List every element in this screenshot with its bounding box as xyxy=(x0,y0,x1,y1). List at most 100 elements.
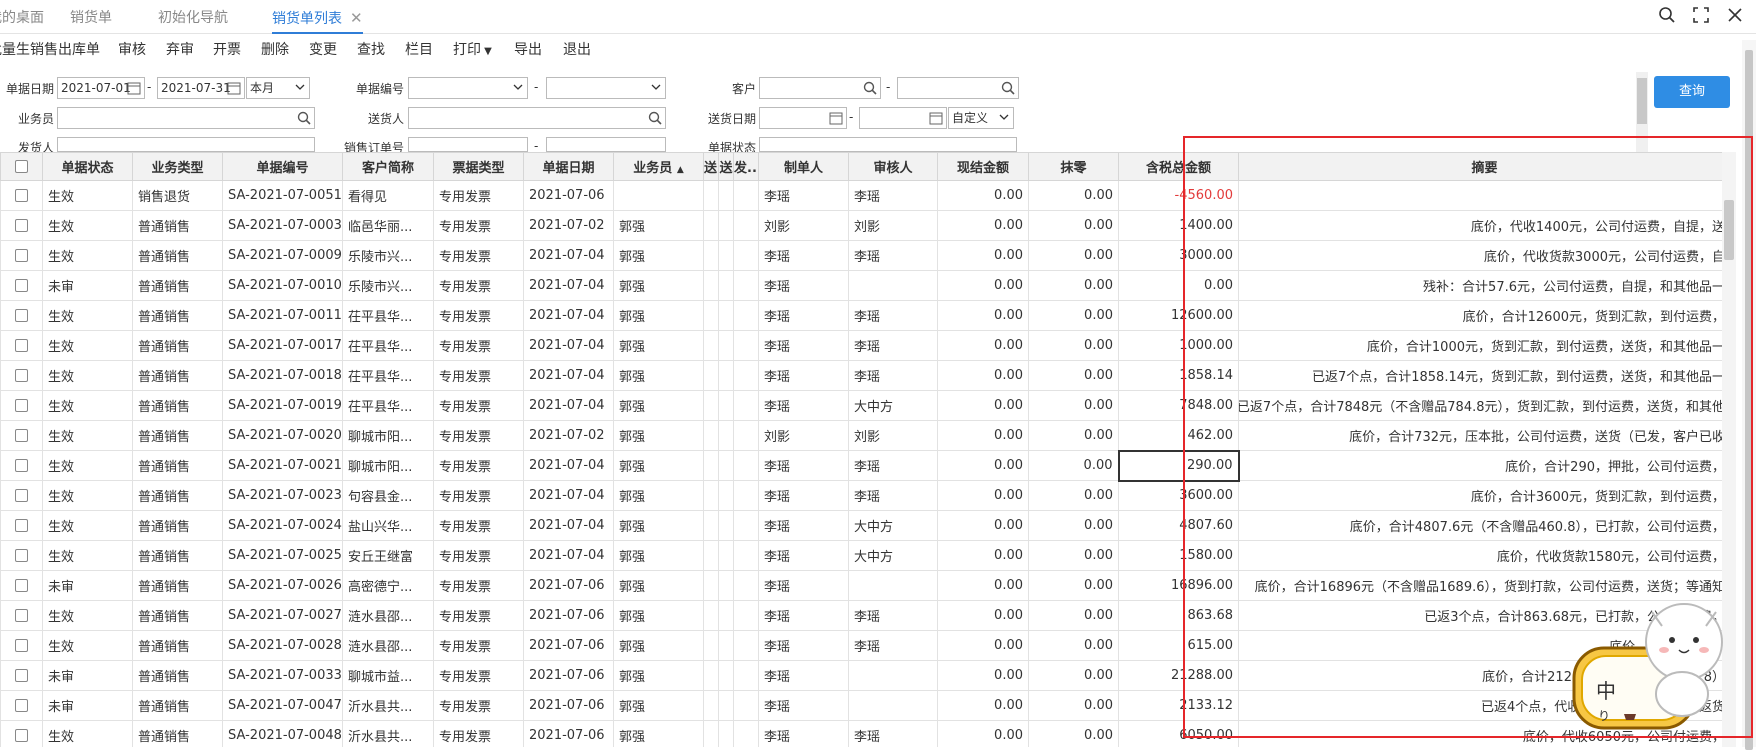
tab-sales-invoice-list[interactable]: 销货单列表 ✕ xyxy=(272,0,363,34)
table-row[interactable]: 生效 普通销售 SA-2021-07-0024 盐山兴华... 专用发票 2021-07-… xyxy=(0,510,1731,541)
select-all-checkbox[interactable] xyxy=(0,152,43,181)
row-checkbox[interactable] xyxy=(0,540,43,571)
row-checkbox[interactable] xyxy=(0,660,43,691)
table-row[interactable]: 生效 普通销售 SA-2021-07-0021 聊城市阳... 专用发票 2021-07-… xyxy=(0,449,1731,482)
delivery-date-to-input[interactable] xyxy=(859,107,947,129)
row-checkbox[interactable] xyxy=(0,390,43,421)
table-row[interactable]: 生效 普通销售 SA-2021-07-0009 乐陵市兴... 专用发票 2021-07-… xyxy=(0,240,1731,271)
find-button[interactable]: 查找 xyxy=(357,39,385,59)
row-checkbox[interactable] xyxy=(0,210,43,241)
col-maker[interactable]: 制单人 xyxy=(758,152,849,181)
search-icon[interactable] xyxy=(296,110,312,126)
col-deliver-a[interactable]: 送... xyxy=(703,152,719,181)
col-salesman[interactable]: 业务员 ▲ xyxy=(613,152,704,181)
row-checkbox[interactable] xyxy=(0,360,43,391)
scroll-thumb[interactable] xyxy=(1637,78,1647,124)
salesman-input[interactable] xyxy=(57,107,315,129)
table-row[interactable]: 生效 普通销售 SA-2021-07-0018 茌平县华... 专用发票 2021-07-… xyxy=(0,360,1731,391)
table-row[interactable]: 生效 普通销售 SA-2021-07-0028 涟水县邵... 专用发票 2021-07-… xyxy=(0,630,1731,661)
tab-my-desktop[interactable]: 我的桌面 xyxy=(0,0,44,34)
delivery-period-select[interactable]: 自定义 xyxy=(948,107,1014,129)
table-row[interactable]: 生效 普通销售 SA-2021-07-0027 涟水县邵... 专用发票 2021-07-… xyxy=(0,600,1731,631)
docno-from-input[interactable] xyxy=(408,77,528,99)
table-row[interactable]: 生效 普通销售 SA-2021-07-0025 安丘王继富 专用发票 2021-07-04… xyxy=(0,540,1731,571)
mascot-icon[interactable]: 中 り xyxy=(1566,596,1732,736)
table-row[interactable]: 生效 普通销售 SA-2021-07-0019 茌平县华... 专用发票 2021-07-… xyxy=(0,390,1731,421)
close-icon[interactable]: ✕ xyxy=(350,9,363,27)
table-row[interactable]: 生效 普通销售 SA-2021-07-0023 句容县金... 专用发票 2021-07-… xyxy=(0,480,1731,511)
print-button[interactable]: 打印 ▼ xyxy=(453,39,492,59)
calendar-icon[interactable] xyxy=(226,80,242,96)
table-row[interactable]: 生效 普通销售 SA-2021-07-0003 临邑华丽... 专用发票 2021-07-… xyxy=(0,210,1731,241)
customer-to-input[interactable] xyxy=(897,77,1019,99)
columns-button[interactable]: 栏目 xyxy=(405,39,433,59)
exit-button[interactable]: 退出 xyxy=(563,39,591,59)
search-icon[interactable] xyxy=(1000,80,1016,96)
table-row[interactable]: 未审 普通销售 SA-2021-07-0047 沂水县共... 专用发票 2021-07-… xyxy=(0,690,1731,721)
fullscreen-icon[interactable] xyxy=(1692,6,1710,24)
invoice-button[interactable]: 开票 xyxy=(213,39,241,59)
query-button[interactable]: 查询 xyxy=(1654,76,1730,108)
row-checkbox[interactable] xyxy=(0,570,43,601)
calendar-icon[interactable] xyxy=(126,80,142,96)
col-ship[interactable]: 发... xyxy=(733,152,759,181)
export-button[interactable]: 导出 xyxy=(514,39,542,59)
row-checkbox[interactable] xyxy=(0,180,43,211)
row-checkbox[interactable] xyxy=(0,510,43,541)
col-doc-date[interactable]: 单据日期 xyxy=(523,152,614,181)
filter-scrollbar[interactable] xyxy=(1636,72,1648,152)
table-row[interactable]: 生效 销售退货 SA-2021-07-0051 看得见 专用发票 2021-07-06 李瑶… xyxy=(0,180,1731,211)
delete-button[interactable]: 删除 xyxy=(261,39,289,59)
order-to-input[interactable] xyxy=(546,137,666,152)
row-checkbox[interactable] xyxy=(0,690,43,721)
shipper-input[interactable] xyxy=(57,137,315,152)
tab-init-navigation[interactable]: 初始化导航 xyxy=(158,0,228,34)
page-scrollbar[interactable] xyxy=(1742,40,1756,750)
order-from-input[interactable] xyxy=(408,137,528,152)
col-deliver-b[interactable]: 送 xyxy=(718,152,734,181)
row-checkbox[interactable] xyxy=(0,600,43,631)
status-select[interactable] xyxy=(759,137,1017,152)
col-cash[interactable]: 现结金额 xyxy=(937,152,1029,181)
tab-sales-invoice[interactable]: 销货单 xyxy=(70,0,112,34)
col-total[interactable]: 含税总金额 xyxy=(1118,152,1239,181)
table-row[interactable]: 生效 普通销售 SA-2021-07-0020 聊城市阳... 专用发票 2021-07-… xyxy=(0,420,1731,451)
col-round[interactable]: 抹零 xyxy=(1028,152,1119,181)
col-auditor[interactable]: 审核人 xyxy=(848,152,938,181)
date-from-input[interactable]: 2021-07-01 xyxy=(57,77,145,99)
search-icon[interactable] xyxy=(1658,6,1676,24)
audit-button[interactable]: 审核 xyxy=(118,39,146,59)
search-icon[interactable] xyxy=(862,80,878,96)
close-window-icon[interactable] xyxy=(1726,6,1744,24)
row-checkbox[interactable] xyxy=(0,480,43,511)
col-doc-no[interactable]: 单据编号 xyxy=(222,152,343,181)
batch-generate-button[interactable]: 批量生销售出库单 xyxy=(0,39,100,59)
deliverer-input[interactable] xyxy=(408,107,666,129)
row-checkbox[interactable] xyxy=(0,450,43,481)
row-checkbox[interactable] xyxy=(0,630,43,661)
col-biz-type[interactable]: 业务类型 xyxy=(132,152,223,181)
customer-from-input[interactable] xyxy=(759,77,881,99)
unaudit-button[interactable]: 弃审 xyxy=(166,39,194,59)
row-checkbox[interactable] xyxy=(0,420,43,451)
date-period-select[interactable]: 本月 xyxy=(246,77,310,99)
scroll-thumb[interactable] xyxy=(1745,50,1753,750)
table-row[interactable]: 未审 普通销售 SA-2021-07-0026 高密德宁... 专用发票 2021-07-… xyxy=(0,570,1731,601)
delivery-date-from-input[interactable] xyxy=(759,107,847,129)
table-row[interactable]: 生效 普通销售 SA-2021-07-0048 沂水县共... 专用发票 2021-07-… xyxy=(0,720,1731,747)
col-memo[interactable]: 摘要 xyxy=(1238,152,1731,181)
table-row[interactable]: 未审 普通销售 SA-2021-07-0010 乐陵市兴... 专用发票 2021-07-… xyxy=(0,270,1731,301)
row-checkbox[interactable] xyxy=(0,330,43,361)
table-row[interactable]: 生效 普通销售 SA-2021-07-0017 茌平县华... 专用发票 2021-07-… xyxy=(0,330,1731,361)
col-customer[interactable]: 客户简称 xyxy=(342,152,434,181)
search-icon[interactable] xyxy=(647,110,663,126)
scroll-thumb[interactable] xyxy=(1724,200,1734,260)
docno-to-input[interactable] xyxy=(546,77,666,99)
table-row[interactable]: 生效 普通销售 SA-2021-07-0011 茌平县华... 专用发票 2021-07-… xyxy=(0,300,1731,331)
date-to-input[interactable]: 2021-07-31 xyxy=(157,77,245,99)
calendar-icon[interactable] xyxy=(928,110,944,126)
row-checkbox[interactable] xyxy=(0,720,43,747)
change-button[interactable]: 变更 xyxy=(309,39,337,59)
col-invoice-type[interactable]: 票据类型 xyxy=(433,152,524,181)
row-checkbox[interactable] xyxy=(0,240,43,271)
